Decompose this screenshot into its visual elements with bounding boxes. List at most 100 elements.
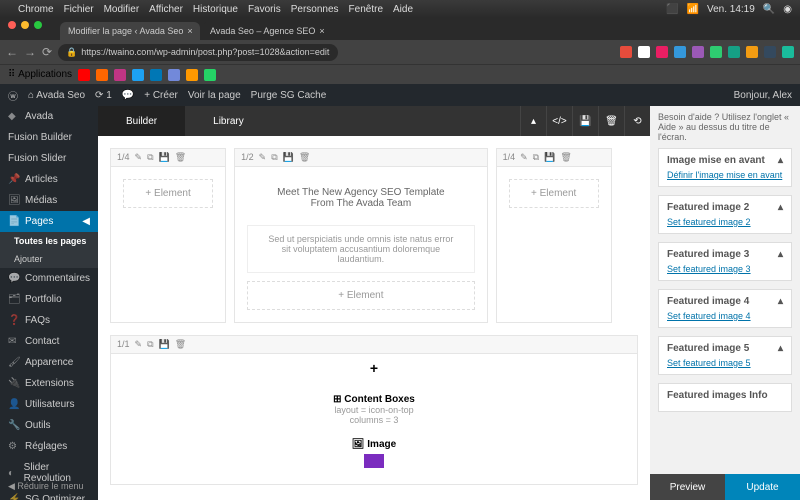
sidebar-item-medias[interactable]: 🖼Médias [0, 190, 98, 211]
bookmark-icon[interactable] [204, 69, 216, 81]
code-icon[interactable]: </> [546, 106, 572, 136]
set-featured-link[interactable]: Set featured image 4 [667, 311, 751, 321]
tab-builder[interactable]: Builder [98, 106, 185, 136]
new-button[interactable]: + Créer [144, 90, 178, 101]
sidebar-item-pages[interactable]: 📄Pages◀ [0, 211, 98, 232]
sidebar-item-comments[interactable]: 💬Commentaires [0, 268, 98, 289]
add-element[interactable]: + Element [247, 281, 474, 310]
save-icon[interactable]: 💾 [544, 152, 555, 163]
ext-icon[interactable] [656, 46, 668, 58]
hello-user[interactable]: Bonjour, Alex [734, 90, 792, 101]
clone-icon[interactable]: ⧉ [533, 152, 539, 163]
ext-icon[interactable] [764, 46, 776, 58]
comments-icon[interactable]: 💬 [122, 90, 134, 101]
tab-2[interactable]: Avada Seo – Agence SEO× [202, 22, 333, 40]
collapse-icon[interactable]: ▴ [520, 106, 546, 136]
search-icon[interactable]: 🔍 [763, 4, 775, 15]
save-icon[interactable]: 💾 [159, 339, 170, 350]
view-page[interactable]: Voir la page [188, 90, 241, 101]
column-quarter[interactable]: 1/4✎⧉💾🗑 + Element [110, 148, 226, 323]
sidebar-item-appearance[interactable]: 🖌Apparence [0, 352, 98, 373]
edit-icon[interactable]: ✎ [259, 152, 267, 163]
column-half[interactable]: 1/2✎⧉💾🗑 Meet The New Agency SEO Template… [234, 148, 487, 323]
ext-icon[interactable] [728, 46, 740, 58]
add-element[interactable]: + Element [123, 179, 213, 208]
sidebar-item-tools[interactable]: 🔧Outils [0, 415, 98, 436]
image-element[interactable]: 🖼 Image [123, 439, 625, 468]
updates[interactable]: ⟳ 1 [95, 90, 112, 101]
chevron-up-icon[interactable]: ▴ [778, 249, 783, 260]
update-button[interactable]: Update [725, 474, 800, 500]
sidebar-item-avada[interactable]: ◆Avada [0, 106, 98, 127]
bookmark-icon[interactable] [168, 69, 180, 81]
save-icon[interactable]: 💾 [572, 106, 598, 136]
trash-icon[interactable]: 🗑 [598, 106, 624, 136]
chevron-up-icon[interactable]: ▴ [778, 155, 783, 166]
trash-icon[interactable]: 🗑 [175, 339, 186, 350]
sidebar-item-extensions[interactable]: 🔌Extensions [0, 373, 98, 394]
bookmark-icon[interactable] [150, 69, 162, 81]
ext-icon[interactable] [674, 46, 686, 58]
content-boxes-element[interactable]: ⊞ Content Boxes layout = icon-on-top col… [123, 394, 625, 425]
bookmark-icon[interactable] [114, 69, 126, 81]
collapse-menu[interactable]: ◀ Réduire le menu [0, 477, 91, 496]
sidebar-item-fusion-builder[interactable]: Fusion Builder [0, 127, 98, 148]
set-featured-link[interactable]: Set featured image 5 [667, 358, 751, 368]
bookmark-icon[interactable] [78, 69, 90, 81]
set-featured-link[interactable]: Définir l'image mise en avant [667, 170, 782, 180]
chevron-up-icon[interactable]: ▴ [778, 343, 783, 354]
maximize-window[interactable] [34, 21, 42, 29]
ext-icon[interactable] [620, 46, 632, 58]
menu-people[interactable]: Personnes [291, 4, 339, 15]
sidebar-item-settings[interactable]: ⚙Réglages [0, 436, 98, 457]
history-icon[interactable]: ⟲ [624, 106, 650, 136]
set-featured-link[interactable]: Set featured image 3 [667, 264, 751, 274]
ext-icon[interactable] [782, 46, 794, 58]
siri-icon[interactable]: ◉ [783, 4, 792, 15]
trash-icon[interactable]: 🗑 [175, 152, 186, 163]
tab-1[interactable]: Modifier la page ‹ Avada Seo× [60, 22, 200, 40]
site-name[interactable]: ⌂ Avada Seo [28, 90, 85, 101]
close-icon[interactable]: × [319, 26, 324, 36]
trash-icon[interactable]: 🗑 [560, 152, 571, 163]
purge-cache[interactable]: Purge SG Cache [251, 90, 327, 101]
add-row-icon[interactable]: + [111, 354, 637, 382]
clone-icon[interactable]: ⧉ [271, 152, 277, 163]
sidebar-item-faqs[interactable]: ❓FAQs [0, 310, 98, 331]
bookmark-icon[interactable] [186, 69, 198, 81]
ext-icon[interactable] [710, 46, 722, 58]
clone-icon[interactable]: ⧉ [147, 339, 153, 350]
chevron-up-icon[interactable]: ▴ [778, 202, 783, 213]
column-quarter[interactable]: 1/4✎⧉💾🗑 + Element [496, 148, 612, 323]
set-featured-link[interactable]: Set featured image 2 [667, 217, 751, 227]
bookmark-icon[interactable] [132, 69, 144, 81]
ext-icon[interactable] [638, 46, 650, 58]
ext-icon[interactable] [746, 46, 758, 58]
edit-icon[interactable]: ✎ [135, 152, 143, 163]
edit-icon[interactable]: ✎ [520, 152, 528, 163]
menu-bookmarks[interactable]: Favoris [248, 4, 281, 15]
sidebar-sub-add[interactable]: Ajouter [0, 250, 98, 268]
close-icon[interactable]: × [187, 26, 192, 36]
forward-icon[interactable]: → [24, 45, 36, 59]
minimize-window[interactable] [21, 21, 29, 29]
sidebar-item-users[interactable]: 👤Utilisateurs [0, 394, 98, 415]
trash-icon[interactable]: 🗑 [299, 152, 310, 163]
wp-icon[interactable]: ⓦ [8, 88, 18, 103]
heading-text[interactable]: Meet The New Agency SEO Template From Th… [247, 179, 474, 217]
menu-history[interactable]: Historique [193, 4, 238, 15]
sidebar-item-portfolio[interactable]: 🗂Portfolio [0, 289, 98, 310]
sidebar-sub-all[interactable]: Toutes les pages [0, 232, 98, 250]
close-window[interactable] [8, 21, 16, 29]
tab-library[interactable]: Library [185, 106, 272, 136]
menu-view[interactable]: Afficher [149, 4, 183, 15]
sidebar-item-contact[interactable]: ✉Contact [0, 331, 98, 352]
save-icon[interactable]: 💾 [159, 152, 170, 163]
chevron-up-icon[interactable]: ▴ [778, 296, 783, 307]
sidebar-item-fusion-slider[interactable]: Fusion Slider [0, 148, 98, 169]
lorem-text[interactable]: Sed ut perspiciatis unde omnis iste natu… [247, 225, 474, 273]
apps-button[interactable]: ⠿ Applications [8, 69, 72, 80]
preview-button[interactable]: Preview [650, 474, 725, 500]
column-full[interactable]: 1/1✎⧉💾🗑 + ⊞ Content Boxes layout = icon-… [110, 335, 638, 485]
menu-help[interactable]: Aide [393, 4, 413, 15]
